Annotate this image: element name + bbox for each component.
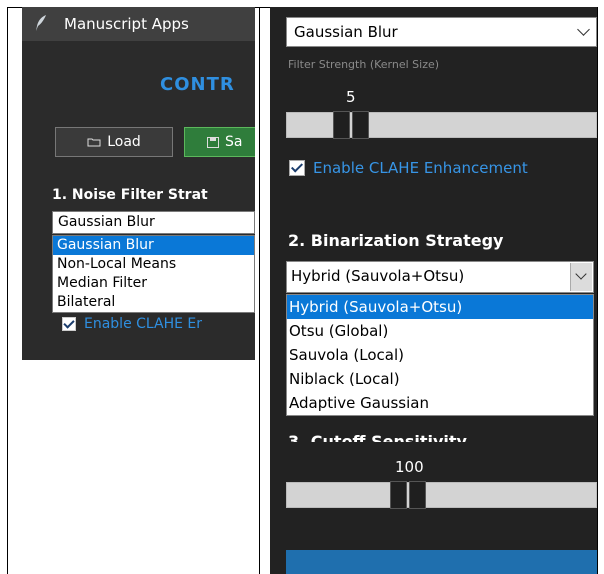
title-bar: Manuscript Apps bbox=[22, 7, 255, 41]
save-icon bbox=[207, 136, 219, 148]
filter-strength-slider[interactable] bbox=[286, 111, 597, 139]
sensitivity-value: 100 bbox=[395, 458, 424, 476]
noise-filter-option[interactable]: Gaussian Blur bbox=[53, 236, 254, 255]
slider-thumb[interactable] bbox=[390, 481, 428, 509]
primary-action-button[interactable] bbox=[286, 550, 597, 574]
slider-thumb[interactable] bbox=[333, 111, 371, 139]
binarization-option[interactable]: Otsu (Global) bbox=[287, 319, 593, 343]
noise-filter-heading: 1. Noise Filter Strat bbox=[52, 187, 208, 203]
load-button[interactable]: Load bbox=[55, 127, 173, 157]
binarization-select-value: Hybrid (Sauvola+Otsu) bbox=[291, 267, 465, 285]
frame-left-border bbox=[7, 7, 8, 574]
binarization-option[interactable]: Adaptive Gaussian bbox=[287, 391, 593, 415]
clahe-label: Enable CLAHE Enhancement bbox=[313, 159, 528, 177]
controls-heading: CONTR bbox=[160, 74, 235, 95]
binarization-option[interactable]: Hybrid (Sauvola+Otsu) bbox=[287, 295, 593, 319]
load-button-label: Load bbox=[107, 134, 141, 150]
noise-filter-option[interactable]: Bilateral bbox=[53, 293, 254, 312]
quill-icon bbox=[36, 15, 46, 31]
save-button[interactable]: Sa bbox=[184, 127, 255, 157]
filter-strength-label: Filter Strength (Kernel Size) bbox=[288, 58, 440, 71]
clahe-checkbox-row[interactable]: Enable CLAHE Er bbox=[62, 316, 202, 332]
filter-select[interactable]: Gaussian Blur bbox=[286, 17, 597, 47]
clahe-label: Enable CLAHE Er bbox=[84, 316, 203, 332]
frame-right-border bbox=[597, 7, 598, 574]
clahe-checkbox-row[interactable]: Enable CLAHE Enhancement bbox=[289, 159, 528, 177]
clahe-checkbox[interactable] bbox=[289, 160, 305, 176]
cutoff-sensitivity-heading: 3. Cutoff Sensitivity bbox=[288, 432, 467, 442]
chevron-down-icon[interactable] bbox=[570, 263, 592, 291]
sensitivity-slider[interactable] bbox=[286, 481, 597, 509]
noise-filter-select[interactable]: Gaussian Blur bbox=[52, 211, 255, 234]
left-app-panel: Manuscript Apps CONTR Load Sa 1. Noise F… bbox=[22, 7, 255, 360]
noise-filter-dropdown-list: Gaussian Blur Non-Local Means Median Fil… bbox=[52, 235, 255, 313]
filter-strength-value: 5 bbox=[346, 88, 356, 106]
app-title: Manuscript Apps bbox=[64, 15, 189, 33]
noise-filter-option[interactable]: Median Filter bbox=[53, 274, 254, 293]
save-button-label: Sa bbox=[225, 134, 243, 150]
binarization-heading: 2. Binarization Strategy bbox=[288, 231, 504, 250]
clahe-checkbox[interactable] bbox=[62, 317, 76, 331]
folder-icon bbox=[87, 138, 101, 147]
binarization-dropdown-list: Hybrid (Sauvola+Otsu) Otsu (Global) Sauv… bbox=[286, 294, 594, 416]
binarization-option[interactable]: Sauvola (Local) bbox=[287, 343, 593, 367]
frame-divider bbox=[259, 7, 260, 574]
binarization-option[interactable]: Niblack (Local) bbox=[287, 367, 593, 391]
chevron-down-icon bbox=[577, 23, 590, 36]
filter-select-value: Gaussian Blur bbox=[294, 23, 398, 41]
noise-filter-option[interactable]: Non-Local Means bbox=[53, 255, 254, 274]
right-app-panel: Gaussian Blur Filter Strength (Kernel Si… bbox=[270, 7, 597, 574]
binarization-select[interactable]: Hybrid (Sauvola+Otsu) bbox=[286, 261, 594, 293]
